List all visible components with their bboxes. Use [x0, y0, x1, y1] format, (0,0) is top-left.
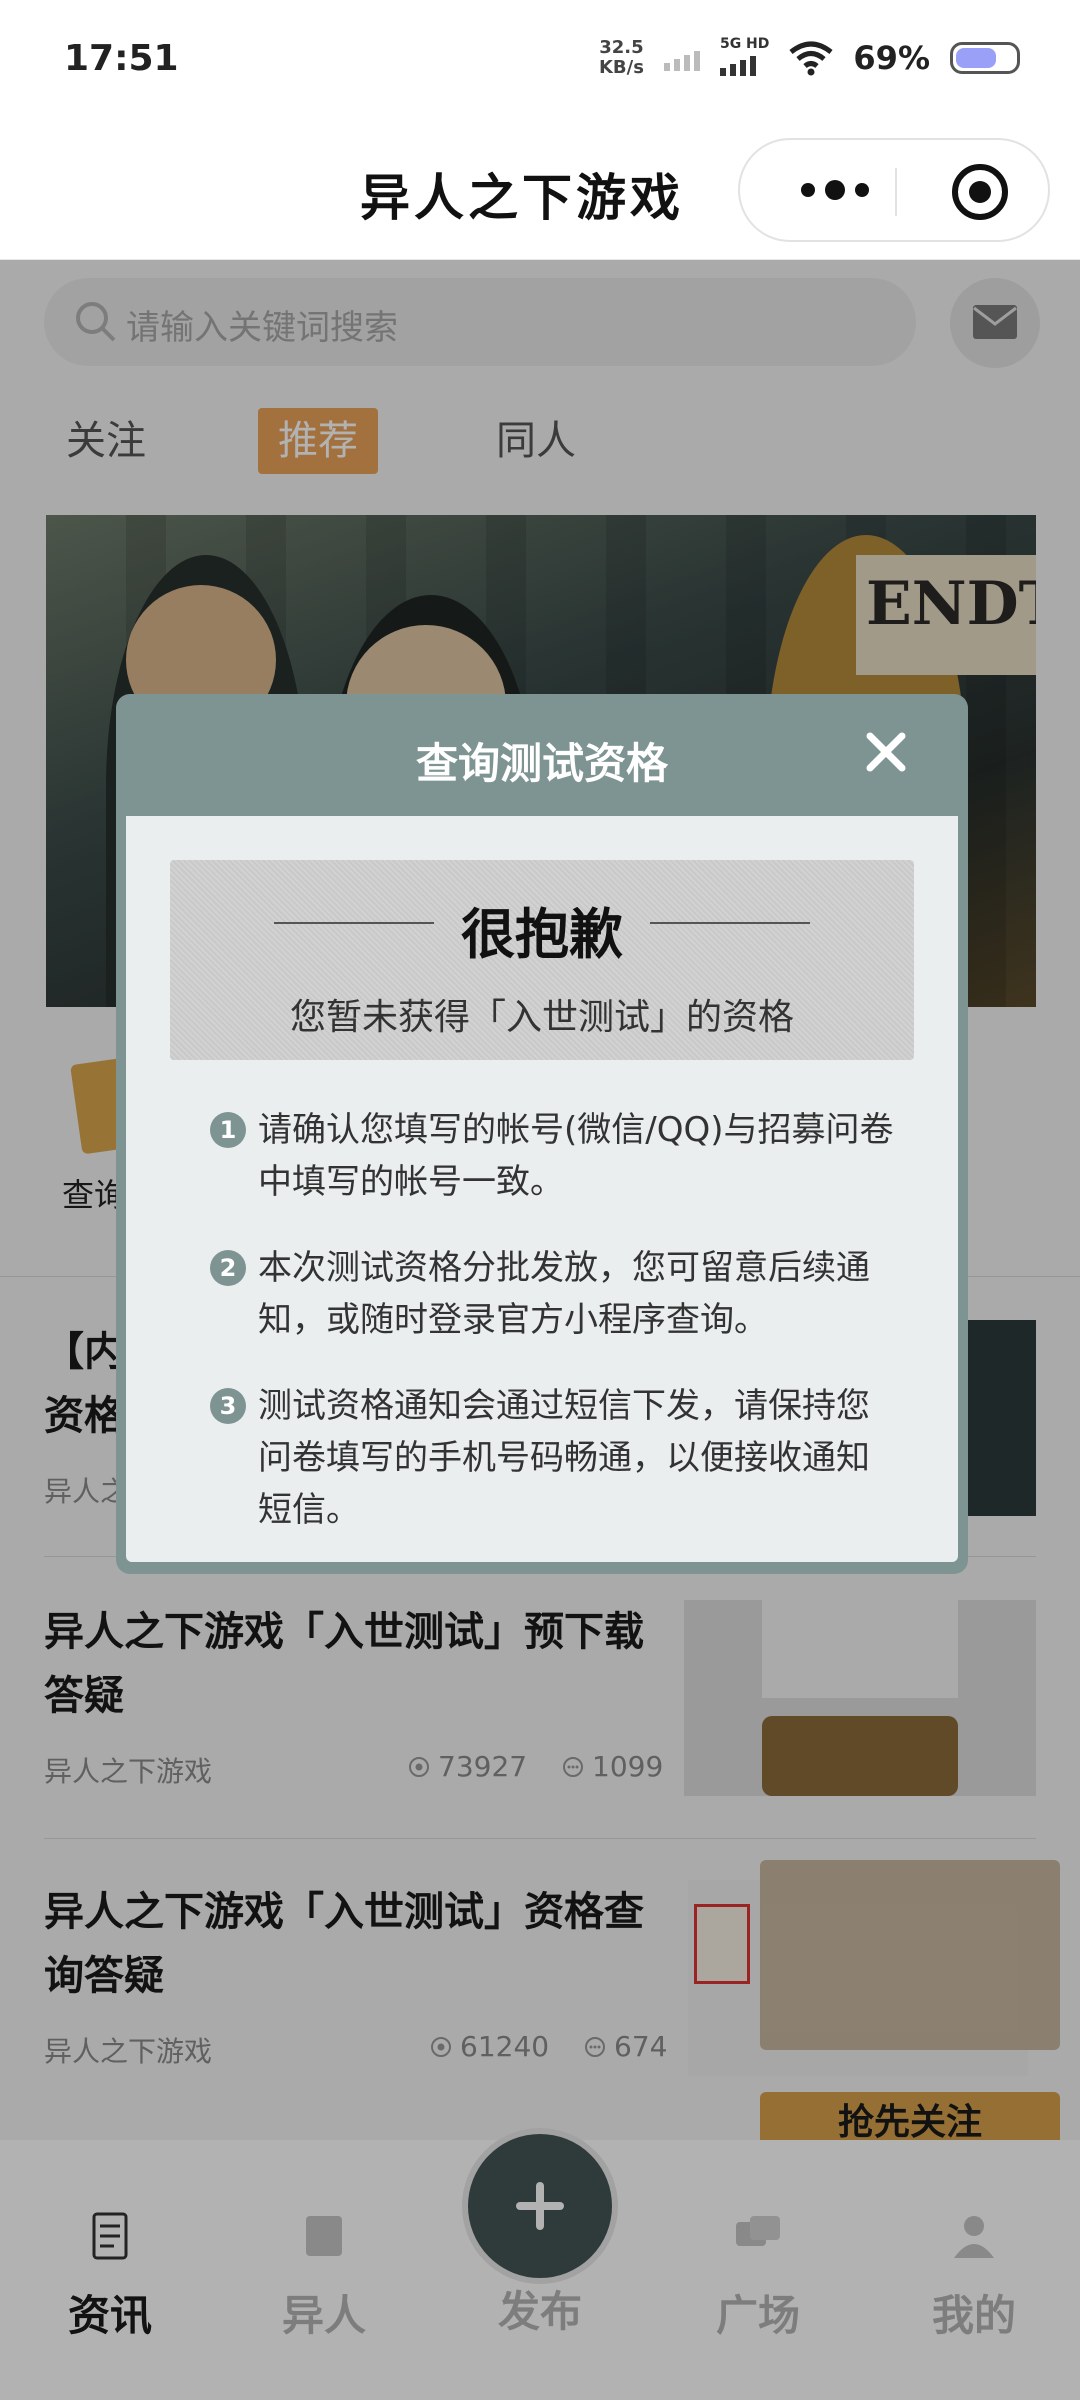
notice-text: 测试资格通知会通过短信下发，请保持您问卷填写的手机号码畅通，以便接收通知短信。 — [258, 1386, 870, 1530]
close-icon[interactable] — [864, 730, 908, 774]
notice-number: 1 — [210, 1112, 246, 1148]
result-box: 很抱歉 您暂未获得「入世测试」的资格 — [170, 860, 914, 1060]
status-bar: 17:51 32.5 KB/s 5G HD 69% — [0, 0, 1080, 120]
notice-text: 请确认您填写的帐号(微信/QQ)与招募问卷中填写的帐号一致。 — [258, 1110, 894, 1202]
battery-fill — [956, 48, 997, 68]
notice-item: 3 测试资格通知会通过短信下发，请保持您问卷填写的手机号码畅通，以便接收通知短信… — [210, 1380, 890, 1550]
signal-icon-sim1 — [663, 45, 700, 71]
notice-number: 3 — [210, 1388, 246, 1424]
signal-icon-sim2 — [719, 50, 756, 76]
notice-number: 2 — [210, 1250, 246, 1286]
modal-title: 查询测试资格 — [415, 739, 668, 788]
notice-item: 1 请确认您填写的帐号(微信/QQ)与招募问卷中填写的帐号一致。 — [210, 1104, 894, 1224]
net-speed: 32.5 KB/s — [598, 37, 644, 78]
notice-text: 本次测试资格分批发放，您可留意后续通知，或随时登录官方小程序查询。 — [258, 1248, 870, 1340]
notice-item: 2 本次测试资格分批发放，您可留意后续通知，或随时登录官方小程序查询。 — [210, 1242, 890, 1362]
title-bar: 异人之下游戏 — [0, 120, 1080, 260]
network-type: 5G HD — [719, 36, 769, 76]
battery-icon — [950, 42, 1020, 74]
close-program-icon[interactable] — [950, 162, 1010, 222]
capsule-divider — [895, 168, 897, 216]
modal-body: 很抱歉 您暂未获得「入世测试」的资格 1 请确认您填写的帐号(微信/QQ)与招募… — [126, 816, 958, 1562]
more-icon[interactable] — [790, 170, 880, 210]
mini-program-capsule — [738, 138, 1050, 242]
result-title: 很抱歉 — [461, 903, 623, 966]
status-icons: 32.5 KB/s 5G HD 69% — [598, 36, 1020, 78]
page-title: 异人之下游戏 — [360, 168, 684, 227]
modal-header: 查询测试资格 — [116, 694, 968, 816]
qualification-modal: 查询测试资格 很抱歉 您暂未获得「入世测试」的资格 1 请确认您填写的帐号(微信… — [116, 694, 968, 1574]
battery-percent: 69% — [853, 39, 930, 77]
wifi-icon — [789, 41, 833, 76]
status-time: 17:51 — [64, 38, 179, 79]
result-subtitle: 您暂未获得「入世测试」的资格 — [289, 997, 794, 1038]
